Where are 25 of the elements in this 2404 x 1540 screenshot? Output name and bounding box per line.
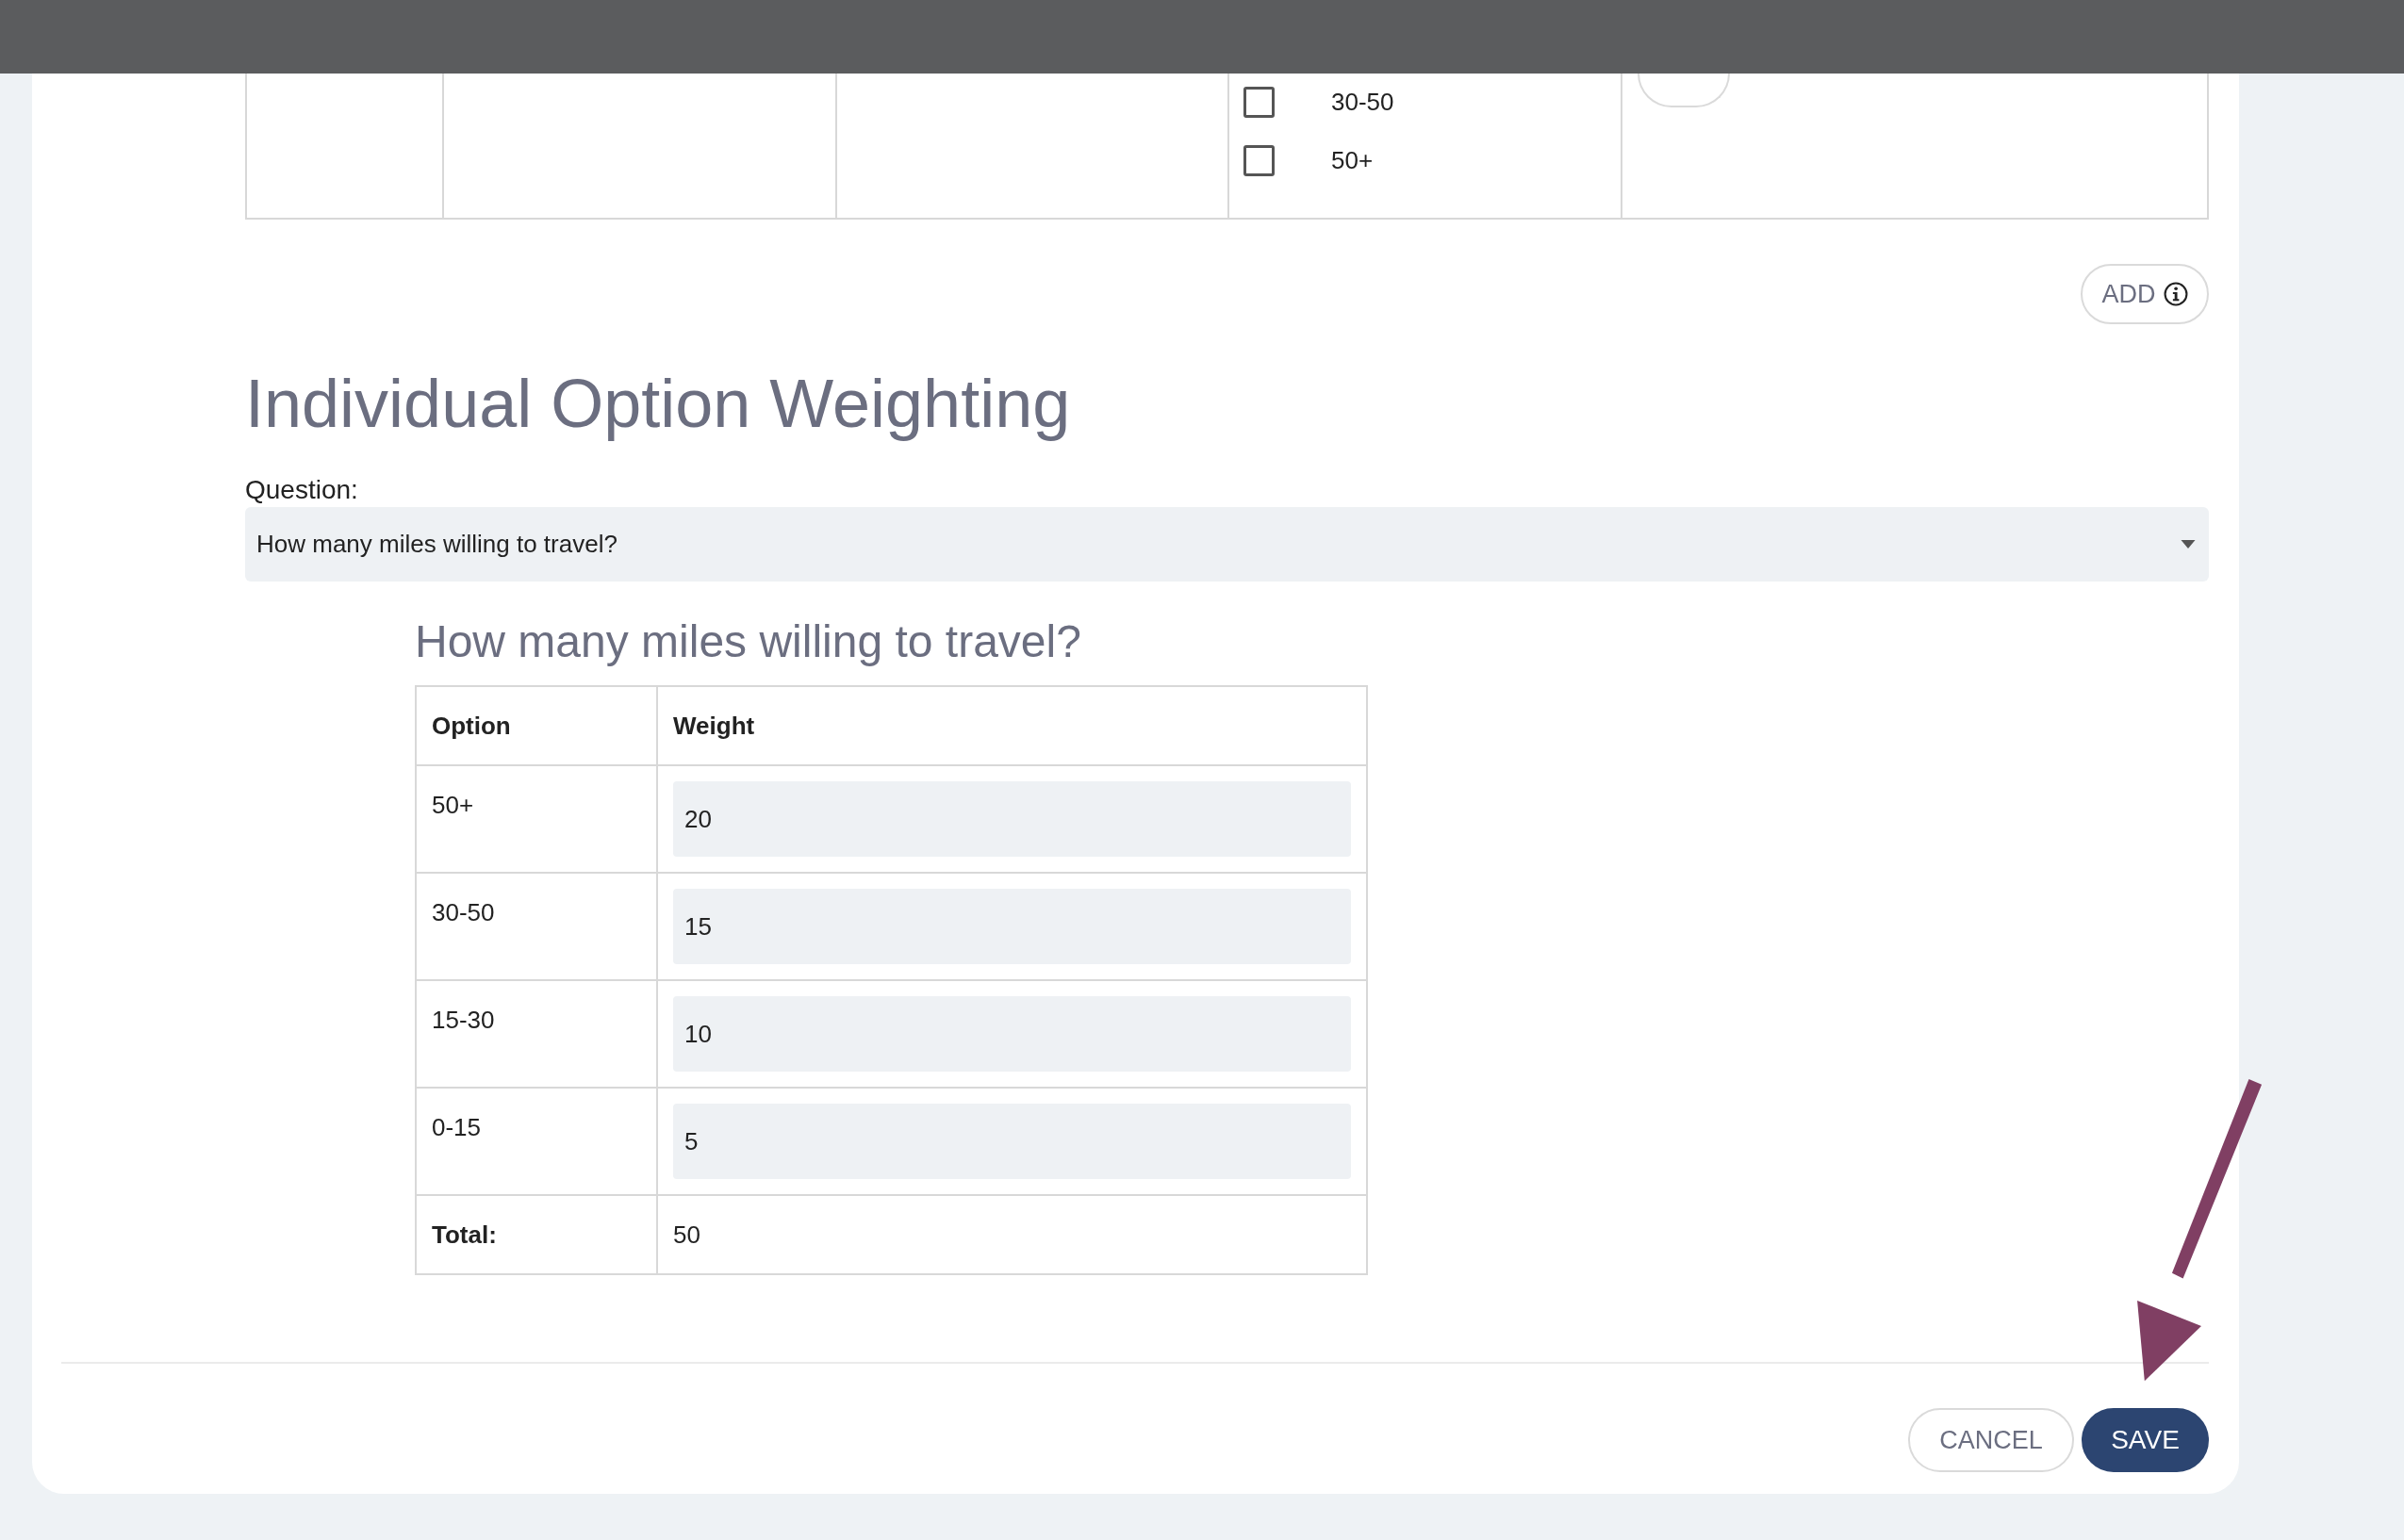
caret-icon [2181, 540, 2196, 549]
question-label: Question: [245, 475, 359, 505]
question-select[interactable]: How many miles willing to travel? [245, 507, 2209, 582]
weight-field[interactable]: 5 [673, 1104, 1351, 1179]
table-cell: 30-50 [416, 873, 657, 980]
option-label: 30-50 [1331, 88, 1394, 117]
info-icon [2163, 282, 2188, 306]
cancel-button[interactable]: CANCEL [1908, 1408, 2074, 1472]
table-cell: 50+ [416, 765, 657, 873]
weight-field[interactable]: 15 [673, 889, 1351, 964]
add-button[interactable]: ADD [2081, 264, 2209, 324]
table-cell: 50 [657, 1195, 1367, 1274]
checkbox[interactable] [1243, 87, 1275, 118]
column-header: Option [416, 686, 657, 765]
table-cell: 0-15 [416, 1088, 657, 1195]
table-cell: Total: [416, 1195, 657, 1274]
weight-field[interactable]: 10 [673, 996, 1351, 1072]
column-header: Weight [657, 686, 1367, 765]
save-button[interactable]: SAVE [2082, 1408, 2209, 1472]
weight-field[interactable]: 20 [673, 781, 1351, 857]
table-cell: 15-30 [416, 980, 657, 1088]
option-label: 50+ [1331, 146, 1374, 175]
select-value: How many miles willing to travel? [256, 530, 617, 559]
question-title: How many miles willing to travel? [415, 619, 1082, 664]
checkbox[interactable] [1243, 145, 1275, 176]
